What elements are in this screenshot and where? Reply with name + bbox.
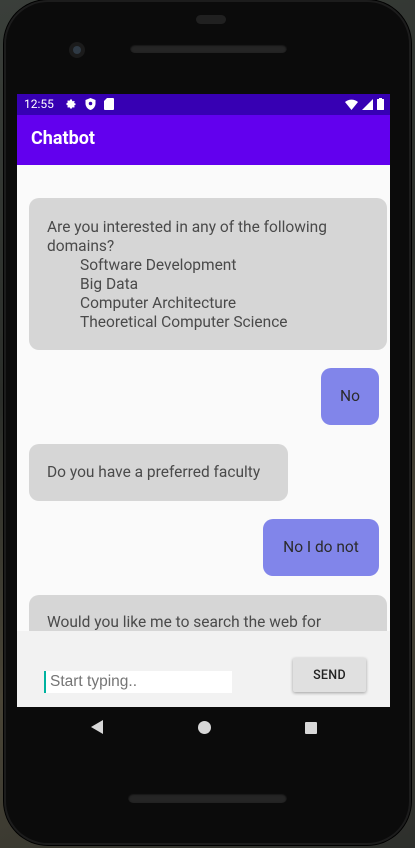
chat-list[interactable]: Are you interested in any of the followi… bbox=[17, 165, 390, 631]
battery-icon bbox=[377, 98, 384, 110]
front-camera bbox=[69, 42, 85, 58]
domain-item: Software Development bbox=[80, 256, 237, 274]
bot-message: Are you interested in any of the followi… bbox=[29, 198, 387, 350]
user-message: No I do not bbox=[263, 519, 379, 576]
bot-message: Do you have a preferred faculty bbox=[29, 444, 288, 501]
message-text: Are you interested in any of the followi… bbox=[47, 218, 327, 255]
recents-icon[interactable] bbox=[305, 722, 317, 734]
bot-message: Would you like me to search the web for bbox=[29, 595, 387, 631]
gear-icon bbox=[66, 99, 76, 109]
earpiece bbox=[196, 15, 226, 24]
top-speaker bbox=[130, 44, 287, 53]
domain-item: Big Data bbox=[80, 275, 139, 293]
message-text: Do you have a preferred faculty bbox=[47, 463, 261, 481]
app-bar: Chatbot bbox=[17, 115, 390, 165]
input-bar: SEND bbox=[17, 631, 390, 707]
shield-icon bbox=[85, 98, 96, 110]
screen: 12:55 Chatbot Are you interested in any … bbox=[17, 94, 390, 707]
wifi-icon bbox=[345, 99, 358, 110]
message-text: No I do not bbox=[283, 538, 359, 556]
domain-item: Theoretical Computer Science bbox=[80, 313, 288, 331]
status-bar: 12:55 bbox=[17, 94, 390, 115]
user-message: No bbox=[321, 368, 379, 425]
send-button[interactable]: SEND bbox=[293, 658, 366, 692]
back-icon[interactable] bbox=[91, 720, 103, 734]
domain-item: Computer Architecture bbox=[80, 294, 237, 312]
bottom-speaker bbox=[128, 793, 287, 803]
navigation-bar bbox=[17, 707, 390, 749]
signal-icon bbox=[362, 98, 373, 110]
home-icon[interactable] bbox=[198, 721, 211, 734]
message-text: Would you like me to search the web for bbox=[47, 613, 322, 631]
status-time: 12:55 bbox=[24, 97, 54, 111]
message-input[interactable] bbox=[44, 671, 232, 693]
app-title: Chatbot bbox=[31, 128, 95, 149]
message-text: No bbox=[340, 387, 360, 405]
sd-card-icon bbox=[104, 98, 114, 110]
